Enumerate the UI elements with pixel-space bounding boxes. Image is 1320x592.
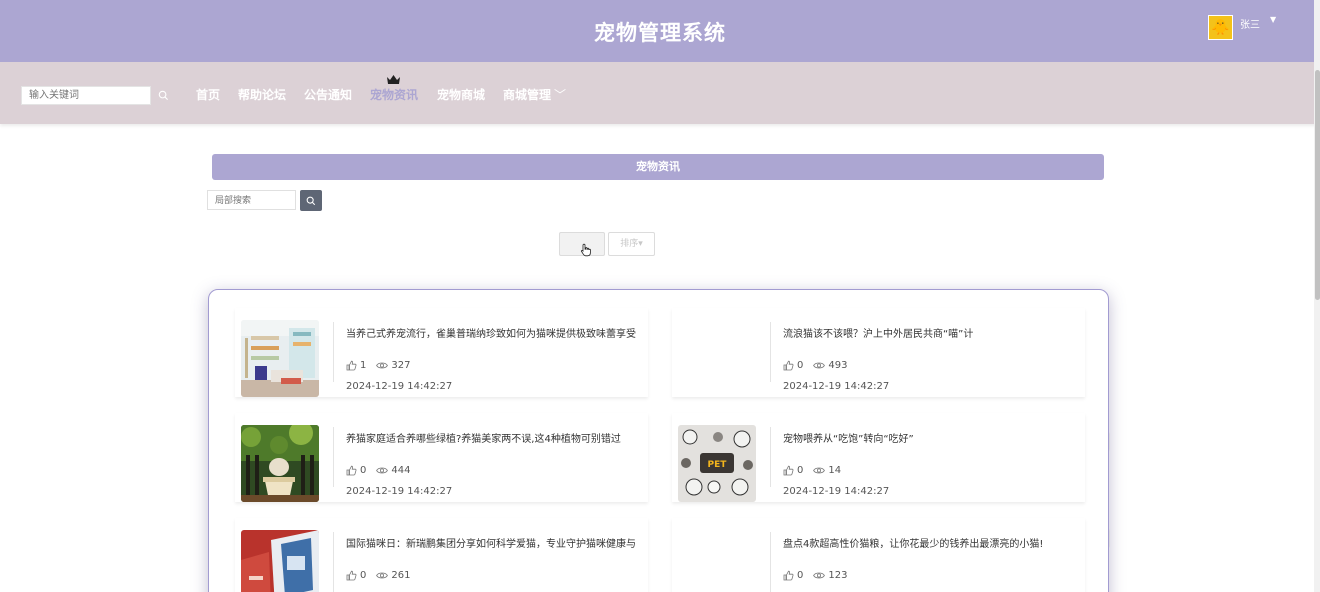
card-divider bbox=[333, 532, 334, 592]
nav-item-forum[interactable]: 帮助论坛 bbox=[238, 86, 286, 103]
news-stats: 1 327 bbox=[346, 360, 410, 371]
eye-icon bbox=[813, 572, 826, 579]
svg-text:PET: PET bbox=[708, 460, 728, 470]
news-card[interactable]: 流浪猫该不该喂？沪上中外居民共商“喵”计 0 493 2024-12-19 14… bbox=[672, 308, 1085, 397]
caret-down-icon: ▾ bbox=[638, 239, 643, 249]
view-count: 123 bbox=[828, 570, 848, 581]
search-input[interactable] bbox=[21, 86, 151, 105]
news-date: 2024-12-19 14:42:27 bbox=[346, 486, 453, 497]
user-avatar[interactable]: 🐥 bbox=[1208, 15, 1233, 40]
nav-item-notice[interactable]: 公告通知 bbox=[304, 86, 352, 103]
news-date: 2024-12-19 14:42:27 bbox=[783, 381, 890, 392]
like-count: 1 bbox=[360, 360, 367, 371]
view-count: 14 bbox=[828, 465, 842, 476]
like-count: 0 bbox=[797, 360, 804, 371]
eye-icon bbox=[813, 362, 826, 369]
chevron-down-icon: ﹀ bbox=[554, 88, 567, 102]
news-stats: 0 444 bbox=[346, 465, 410, 476]
nav-item-mall-manage-label: 商城管理 bbox=[503, 88, 552, 102]
eye-icon bbox=[813, 467, 826, 474]
thumbs-up-icon[interactable] bbox=[346, 570, 357, 581]
eye-icon bbox=[376, 362, 389, 369]
user-menu[interactable]: 🐥 张三 ▼ bbox=[1208, 15, 1276, 40]
nav-item-pet-news[interactable]: 宠物资讯 bbox=[370, 86, 418, 103]
news-title[interactable]: 盘点4款超高性价猫粮，让你花最少的钱养出最漂亮的小猫! bbox=[783, 535, 1085, 550]
user-name[interactable]: 张三 bbox=[1240, 16, 1260, 31]
news-stats: 0 493 bbox=[783, 360, 847, 371]
sort-label: 排序 bbox=[620, 239, 639, 249]
news-date: 2024-12-19 14:42:27 bbox=[346, 381, 453, 392]
news-title[interactable]: 宠物喂养从“吃饱”转向“吃好” bbox=[783, 430, 1085, 445]
like-count: 0 bbox=[797, 465, 804, 476]
thumbs-up-icon[interactable] bbox=[783, 360, 794, 371]
news-panel: 当养己式养宠流行，雀巢普瑞纳珍致如何为猫咪提供极致味蕾享受 1 327 2024… bbox=[208, 289, 1109, 592]
news-thumbnail-books[interactable] bbox=[241, 530, 319, 592]
news-title[interactable]: 当养己式养宠流行，雀巢普瑞纳珍致如何为猫咪提供极致味蕾享受 bbox=[346, 325, 648, 340]
view-count: 327 bbox=[391, 360, 411, 371]
thumbs-up-icon[interactable] bbox=[346, 465, 357, 476]
like-count: 0 bbox=[360, 465, 367, 476]
top-header: 宠物管理系统 🐥 张三 ▼ bbox=[0, 0, 1320, 62]
news-date: 2024-12-19 14:42:27 bbox=[783, 486, 890, 497]
search-icon bbox=[306, 196, 316, 205]
section-title: 宠物资讯 bbox=[212, 154, 1104, 180]
thumbs-up-icon[interactable] bbox=[783, 465, 794, 476]
caret-down-icon[interactable]: ▼ bbox=[1270, 15, 1276, 24]
news-thumbnail-cat-shop[interactable] bbox=[241, 320, 319, 397]
card-divider bbox=[333, 322, 334, 382]
view-count: 493 bbox=[828, 360, 848, 371]
eye-icon bbox=[376, 467, 389, 474]
like-count: 0 bbox=[360, 570, 367, 581]
nav-item-home[interactable]: 首页 bbox=[196, 86, 220, 103]
thumbs-up-icon[interactable] bbox=[346, 360, 357, 371]
site-title: 宠物管理系统 bbox=[594, 21, 726, 45]
local-search-input[interactable] bbox=[207, 190, 296, 210]
news-stats: 0 123 bbox=[783, 570, 847, 581]
eye-icon bbox=[376, 572, 389, 579]
nav-item-mall-manage[interactable]: 商城管理 ﹀ bbox=[503, 86, 566, 103]
news-title[interactable]: 流浪猫该不该喂？沪上中外居民共商“喵”计 bbox=[783, 325, 1085, 340]
news-card[interactable]: 国际猫咪日：新瑞鹏集团分享如何科学爱猫，专业守护猫咪健康与 0 261 bbox=[235, 518, 648, 592]
news-card[interactable]: 盘点4款超高性价猫粮，让你花最少的钱养出最漂亮的小猫! 0 123 bbox=[672, 518, 1085, 592]
view-count: 444 bbox=[391, 465, 411, 476]
sort-dropdown[interactable]: 排序▾ bbox=[608, 232, 655, 256]
news-thumbnail-pet-shop[interactable]: PET bbox=[678, 425, 756, 502]
news-card[interactable]: 养猫家庭适合养哪些绿植?养猫美家两不误,这4种植物可别错过 0 444 2024… bbox=[235, 413, 648, 502]
news-card[interactable]: 当养己式养宠流行，雀巢普瑞纳珍致如何为猫咪提供极致味蕾享受 1 327 2024… bbox=[235, 308, 648, 397]
search-icon[interactable] bbox=[158, 90, 169, 101]
news-thumbnail-cat-plants[interactable] bbox=[241, 425, 319, 502]
nav-bar: 首页 帮助论坛 公告通知 宠物资讯 宠物商城 商城管理﹀ bbox=[0, 62, 1320, 124]
card-divider bbox=[770, 322, 771, 382]
card-divider bbox=[333, 427, 334, 487]
thumbs-up-icon[interactable] bbox=[783, 570, 794, 581]
nav-item-pet-mall[interactable]: 宠物商城 bbox=[437, 86, 485, 103]
news-stats: 0 261 bbox=[346, 570, 410, 581]
hand-cursor-icon bbox=[581, 243, 591, 257]
news-title[interactable]: 国际猫咪日：新瑞鹏集团分享如何科学爱猫，专业守护猫咪健康与 bbox=[346, 535, 648, 550]
news-title[interactable]: 养猫家庭适合养哪些绿植?养猫美家两不误,这4种植物可别错过 bbox=[346, 430, 648, 445]
like-count: 0 bbox=[797, 570, 804, 581]
news-stats: 0 14 bbox=[783, 465, 841, 476]
card-divider bbox=[770, 532, 771, 592]
view-count: 261 bbox=[391, 570, 411, 581]
crown-icon bbox=[387, 75, 400, 84]
local-search-button[interactable] bbox=[300, 190, 322, 211]
card-divider bbox=[770, 427, 771, 487]
news-card[interactable]: PET 宠物喂养从“吃饱”转向“吃好” 0 14 2024-12-19 14:4… bbox=[672, 413, 1085, 502]
page-scrollbar-thumb[interactable] bbox=[1315, 70, 1320, 300]
